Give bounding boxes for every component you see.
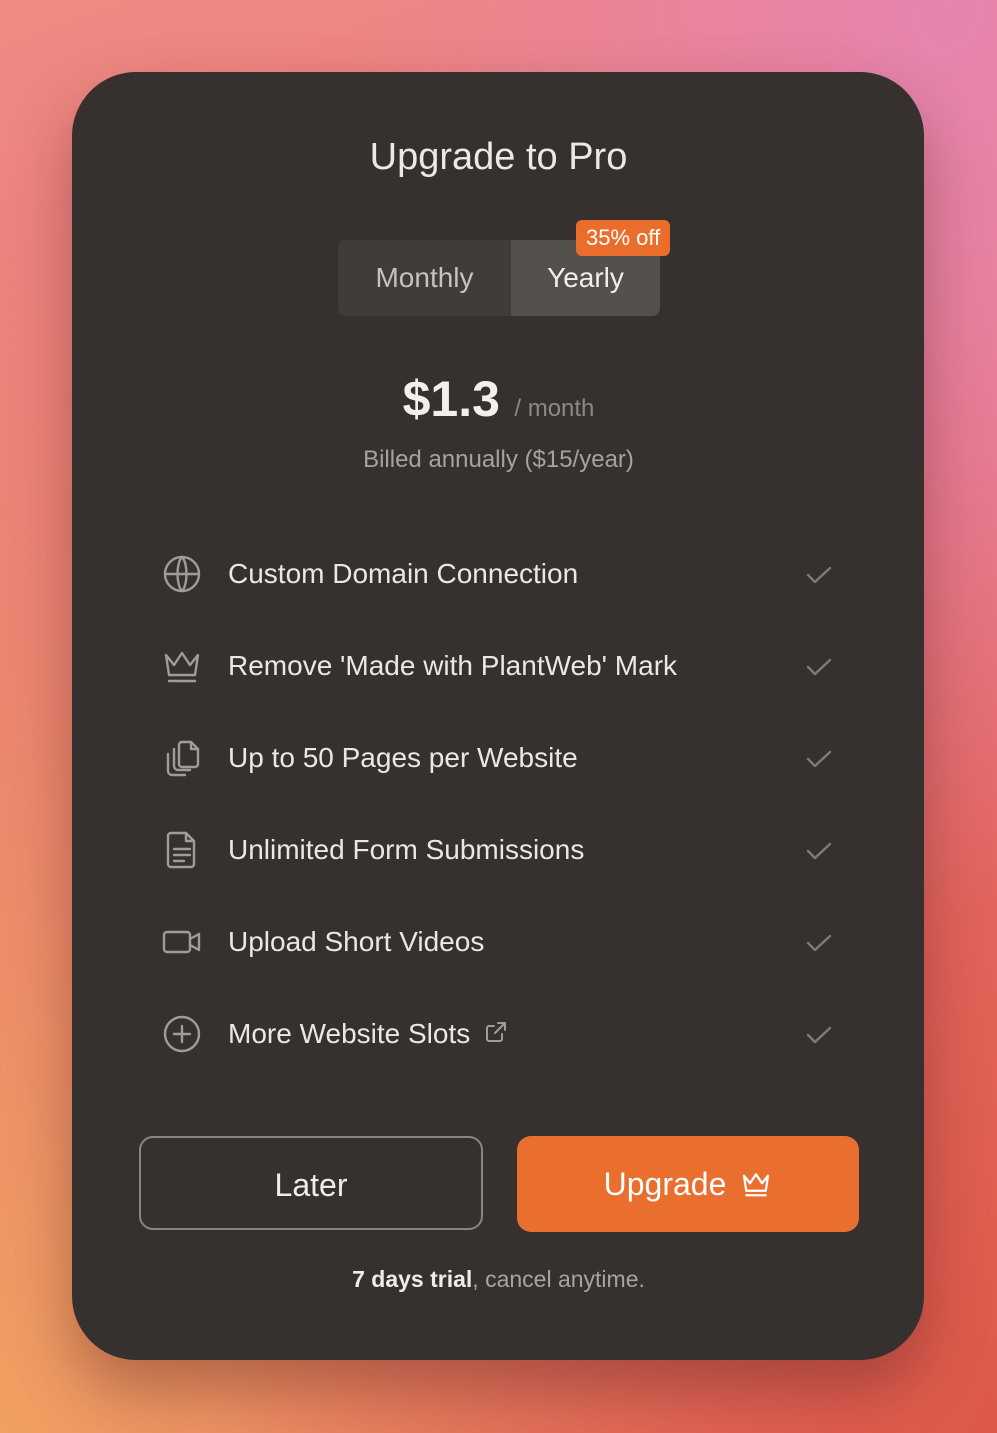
upgrade-button[interactable]: Upgrade	[517, 1136, 859, 1232]
globe-icon	[163, 555, 201, 593]
feature-item-custom-domain: Custom Domain Connection	[162, 552, 842, 596]
document-icon	[166, 831, 196, 869]
plus-circle-icon	[163, 1015, 201, 1053]
trial-duration: 7 days trial	[352, 1266, 473, 1292]
price-amount: $1.3	[402, 371, 500, 427]
feature-label: Up to 50 Pages per Website	[228, 742, 578, 773]
check-icon	[806, 842, 832, 860]
pages-icon	[166, 740, 200, 777]
check-icon	[806, 566, 832, 584]
feature-label: Upload Short Videos	[228, 926, 485, 957]
feature-item-remove-mark: Remove 'Made with PlantWeb' Mark	[162, 644, 842, 688]
crown-icon	[743, 1173, 770, 1197]
feature-item-short-videos: Upload Short Videos	[162, 920, 842, 964]
billing-note: Billed annually ($15/year)	[363, 446, 634, 473]
upgrade-button-label: Upgrade	[603, 1166, 727, 1202]
crown-icon	[164, 651, 200, 683]
feature-item-website-slots[interactable]: More Website Slots	[162, 1012, 842, 1056]
check-icon	[806, 934, 832, 952]
later-button[interactable]: Later	[139, 1136, 483, 1230]
discount-badge: 35% off	[576, 220, 671, 256]
feature-label: Remove 'Made with PlantWeb' Mark	[228, 650, 678, 681]
video-camera-icon	[162, 930, 201, 954]
later-button-label: Later	[274, 1167, 348, 1203]
check-icon	[806, 750, 832, 768]
feature-link[interactable]: More Website Slots	[228, 1018, 508, 1050]
external-link-icon[interactable]	[484, 1020, 508, 1044]
trial-note: 7 days trial, cancel anytime.	[0, 1266, 997, 1293]
feature-label: Custom Domain Connection	[228, 558, 579, 589]
dialog-title: Upgrade to Pro	[369, 136, 628, 178]
feature-item-pages: Up to 50 Pages per Website	[162, 736, 842, 780]
check-icon	[806, 1026, 832, 1044]
feature-label: More Website Slots	[228, 1018, 471, 1049]
feature-label: Unlimited Form Submissions	[228, 834, 585, 865]
feature-item-form-submissions: Unlimited Form Submissions	[162, 828, 842, 872]
price-period: / month	[514, 395, 595, 422]
trial-cancel-note: , cancel anytime.	[472, 1266, 645, 1292]
billing-option-monthly[interactable]: Monthly	[338, 240, 511, 316]
price-display: $1.3 / month	[0, 370, 997, 428]
check-icon	[806, 658, 832, 676]
